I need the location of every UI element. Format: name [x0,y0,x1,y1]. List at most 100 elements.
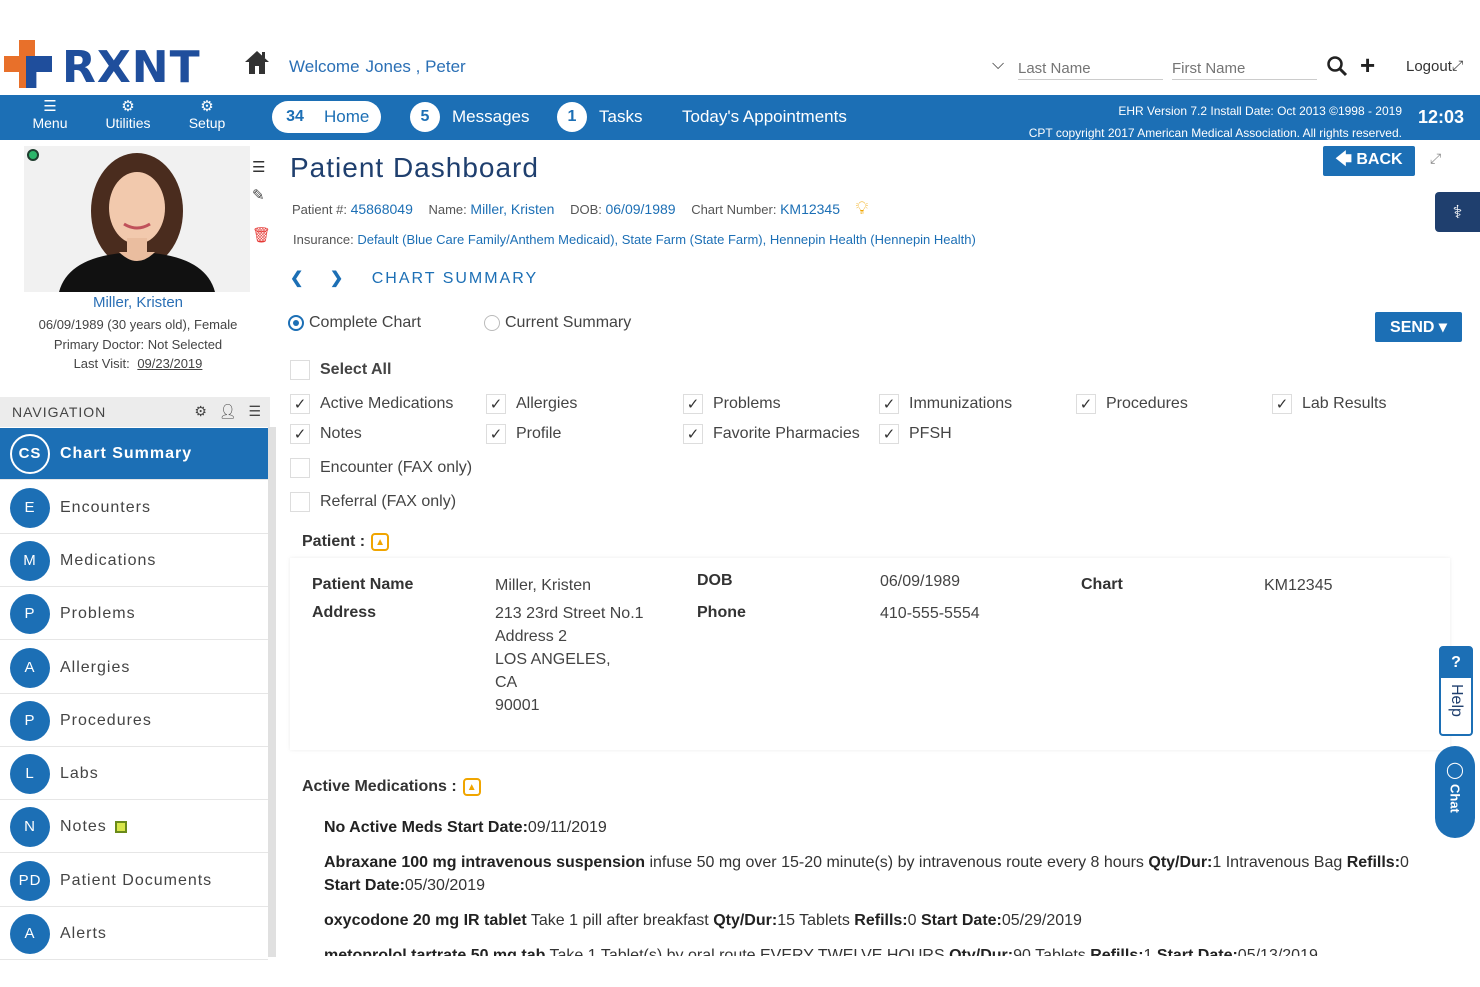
checkbox-label: Encounter (FAX only) [320,459,473,476]
user-icon[interactable]: 👤︎ [219,403,238,419]
setup-button[interactable]: ⚙︎ Setup [184,99,230,132]
collapse-icon[interactable]: ▲ [462,778,481,796]
start-label: Start Date: [920,912,1002,929]
start-value: 05/29/2019 [1001,912,1082,929]
sidebar-item-alerts[interactable]: A Alerts [0,908,268,960]
utilities-label: Utilities [105,115,151,131]
help-tab[interactable]: ? Help [1439,646,1473,736]
checkbox-favorite-pharmacies[interactable]: ✓ Favorite Pharmacies [683,424,860,444]
menu-button[interactable]: ☰ Menu [30,99,70,132]
last-name-input[interactable] [1018,58,1163,80]
sidebar-item-problems[interactable]: P Problems [0,588,268,640]
refills-label: Refills: [1346,854,1401,871]
patient-info-row: Patient #: 45868049 Name: Miller, Kriste… [292,198,868,219]
sidebar-item-procedures[interactable]: P Procedures [0,695,268,747]
dob-value: 06/09/1989 [880,573,961,590]
stethoscope-icon[interactable]: ⚕ [1435,192,1480,232]
nav-label: Medications [60,551,157,569]
add-patient-icon[interactable]: + [1360,52,1375,78]
checkbox-problems[interactable]: ✓ Problems [683,394,781,414]
first-name-input[interactable] [1172,58,1317,80]
checkbox-immunizations[interactable]: ✓ Immunizations [879,394,1012,414]
phone-label: Phone [697,604,746,621]
checkmark-icon: ✓ [290,394,310,414]
home-icon[interactable] [243,48,271,76]
tasks-tab[interactable]: 1 Tasks [557,101,642,133]
section-title-text: Patient : [302,533,366,550]
current-summary-label: Current Summary [505,314,632,331]
collapse-icon[interactable]: ▲ [371,533,390,551]
select-all-checkbox[interactable]: Select All [290,360,391,380]
patient-avatar[interactable] [24,146,250,292]
tasks-count-badge: 1 [557,102,587,132]
complete-chart-radio[interactable]: Complete Chart [288,314,421,332]
home-count-badge: 34 [286,108,304,125]
trash-icon[interactable]: 🗑︎ [252,226,271,244]
last-visit-label: Last Visit: [73,356,130,371]
nav-badge: A [10,913,50,954]
chevron-down-icon[interactable]: ⌵ [992,56,1004,74]
setup-label: Setup [188,115,226,131]
sidebar-scrollbar[interactable] [268,427,276,957]
sidebar-item-medications[interactable]: M Medications [0,535,268,587]
list-icon[interactable]: ☰ [248,403,262,419]
search-icon[interactable] [1326,55,1348,77]
back-button[interactable]: 🡄 BACK [1323,146,1415,176]
refills-label: Refills: [1090,947,1144,956]
sidebar-item-notes[interactable]: N Notes [0,801,268,853]
expand-icon[interactable]: ⤢ [1430,150,1441,167]
welcome-user[interactable]: Jones , Peter [366,57,466,76]
chevron-right-icon[interactable]: ❯ [330,270,343,287]
radio-selected-icon [288,315,304,331]
checkbox-referral-fax[interactable]: Referral (FAX only) [290,492,456,512]
current-summary-radio[interactable]: Current Summary [484,314,631,332]
rxnt-logo[interactable]: RXNT [4,40,200,90]
sidebar-item-labs[interactable]: L Labs [0,748,268,800]
utilities-button[interactable]: ⚙ Utilities [100,99,156,132]
list-icon[interactable]: ☰ [252,158,265,176]
checkbox-profile[interactable]: ✓ Profile [486,424,561,444]
welcome-text: Welcome Jones , Peter [289,57,466,77]
navigation-title: NAVIGATION [12,404,107,420]
chevron-left-icon[interactable]: ❮ [290,270,303,287]
home-tab[interactable]: 34 Home [272,101,382,133]
checkbox-box [290,360,310,380]
nav-badge: PD [10,860,50,901]
appointments-tab[interactable]: Today's Appointments [682,101,847,133]
clock: 12:03 [1418,107,1465,127]
edit-icon[interactable]: ✎ [252,186,265,204]
send-button[interactable]: SEND ▾ [1375,312,1462,342]
address-line: 90001 [495,697,540,714]
checkbox-lab-results[interactable]: ✓ Lab Results [1272,394,1387,414]
checkbox-pfsh[interactable]: ✓ PFSH [879,424,952,444]
sidebar-item-allergies[interactable]: A Allergies [0,642,268,694]
checkbox-active-medications[interactable]: ✓ Active Medications [290,394,453,414]
address-value: 213 23rd Street No.1 Address 2 LOS ANGEL… [495,602,644,717]
sidebar-item-patient-documents[interactable]: PD Patient Documents [0,855,268,907]
complete-chart-label: Complete Chart [309,314,422,331]
logout-link[interactable]: Logout [1406,58,1452,75]
refills-label: Refills: [854,912,908,929]
med-name: metoprolol tartrate 50 mg tab [324,947,546,956]
last-visit-date[interactable]: 09/23/2019 [137,356,202,371]
sidebar-item-chart-summary[interactable]: CS Chart Summary [0,428,268,480]
lightbulb-icon[interactable]: 💡︎ [856,198,869,218]
qty-value: 1 Intravenous Bag [1212,854,1347,871]
checkbox-procedures[interactable]: ✓ Procedures [1076,394,1188,414]
ehr-version-line: EHR Version 7.2 Install Date: Oct 2013 ©… [1118,104,1402,118]
sidebar-item-encounters[interactable]: E Encounters [0,482,268,534]
chat-tab[interactable]: ◯ Chat [1435,746,1475,838]
med-instructions: Take 1 Tablet(s) by oral route EVERY TWE… [545,947,950,956]
start-value: 05/30/2019 [404,877,485,894]
question-icon: ? [1441,648,1471,678]
checkbox-notes[interactable]: ✓ Notes [290,424,362,444]
messages-tab[interactable]: 5 Messages [410,101,529,133]
patient-name-link[interactable]: Miller, Kristen [0,294,276,311]
radio-unselected-icon [484,315,500,331]
main-content: Patient Dashboard 🡄 BACK ⤢ ⚕ Patient #: … [276,140,1480,987]
checkbox-encounter-fax[interactable]: Encounter (FAX only) [290,458,472,478]
address-line: CA [495,674,518,691]
expand-icon[interactable]: ⤢ [1452,57,1463,74]
checkbox-allergies[interactable]: ✓ Allergies [486,394,577,414]
gear-icon[interactable]: ⚙ [194,403,208,419]
